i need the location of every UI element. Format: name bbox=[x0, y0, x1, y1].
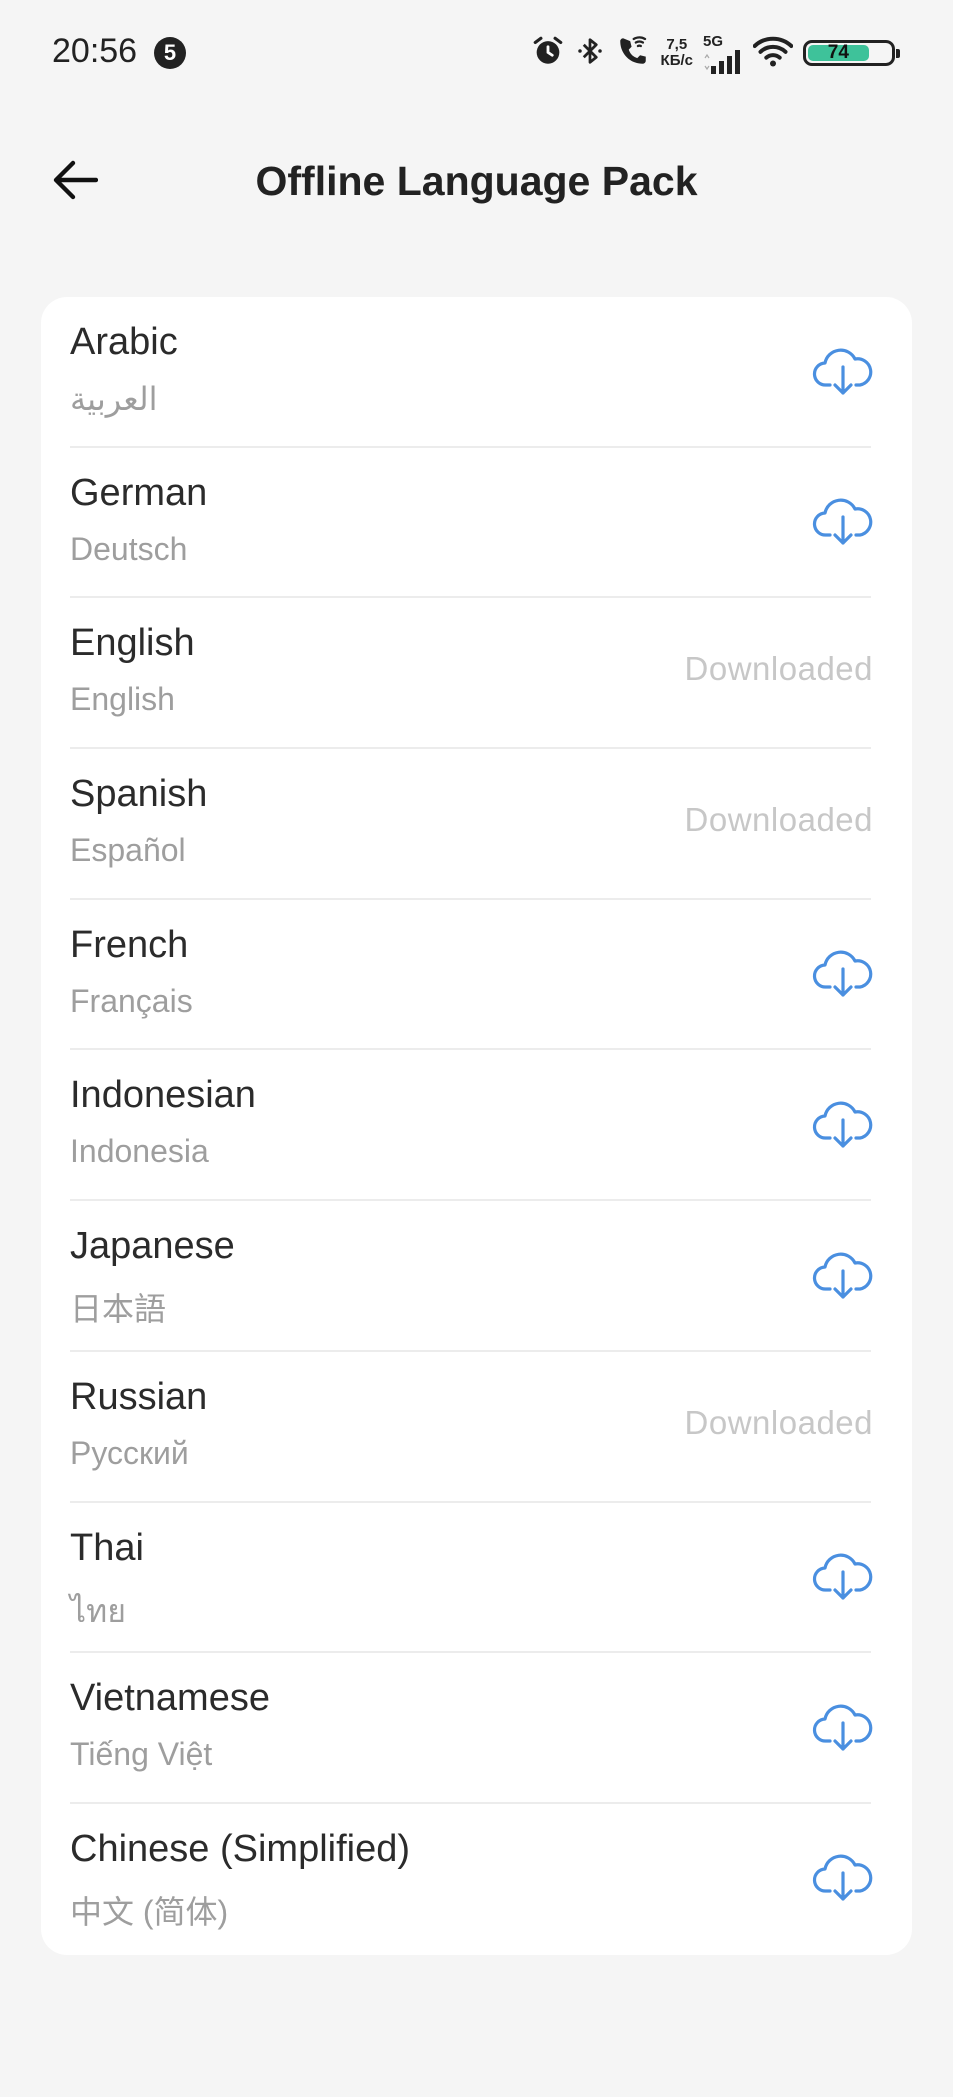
language-list: Arabic العربية German Deutsch English En… bbox=[41, 297, 912, 1955]
download-button[interactable] bbox=[810, 1245, 876, 1307]
net-speed-unit: КБ/с bbox=[660, 52, 693, 69]
cloud-download-icon bbox=[812, 945, 874, 1004]
language-native-name: 日本語 bbox=[70, 1291, 167, 1328]
cloud-download-icon bbox=[812, 1548, 874, 1607]
language-row-japanese[interactable]: Japanese 日本語 bbox=[41, 1201, 912, 1352]
download-button[interactable] bbox=[810, 1547, 876, 1609]
language-native-name: Indonesia bbox=[70, 1133, 209, 1170]
language-row-russian[interactable]: Russian Русский Downloaded bbox=[41, 1352, 912, 1503]
cloud-download-icon bbox=[812, 1247, 874, 1306]
language-name: Japanese bbox=[70, 1225, 235, 1268]
download-button[interactable] bbox=[810, 1094, 876, 1156]
downloaded-status: Downloaded bbox=[684, 650, 873, 688]
language-name: Spanish bbox=[70, 773, 208, 816]
signal-icon bbox=[704, 49, 740, 74]
net-speed: 7,5 КБ/с bbox=[661, 37, 693, 69]
notification-count-badge: 5 bbox=[154, 37, 186, 69]
language-name: English bbox=[70, 622, 195, 665]
language-name: German bbox=[70, 471, 208, 514]
language-name: Chinese (Simplified) bbox=[70, 1827, 411, 1870]
language-name: Indonesian bbox=[70, 1074, 256, 1117]
language-native-name: Français bbox=[70, 982, 193, 1019]
net-speed-value: 7,5 bbox=[666, 36, 688, 53]
language-native-name: 中文 (简体) bbox=[70, 1893, 229, 1930]
cloud-download-icon bbox=[812, 343, 874, 402]
cloud-download-icon bbox=[812, 493, 874, 552]
language-name: Thai bbox=[70, 1526, 144, 1569]
page-title: Offline Language Pack bbox=[255, 158, 698, 204]
network-type: 5G bbox=[703, 32, 724, 50]
language-row-english[interactable]: English English Downloaded bbox=[41, 598, 912, 750]
language-native-name: English bbox=[70, 681, 175, 718]
downloaded-status: Downloaded bbox=[684, 801, 873, 839]
language-row-chinese-simplified[interactable]: Chinese (Simplified) 中文 (简体) bbox=[41, 1804, 912, 1955]
language-native-name: Español bbox=[70, 832, 186, 869]
downloaded-status: Downloaded bbox=[684, 1403, 873, 1441]
download-button[interactable] bbox=[810, 944, 876, 1006]
cloud-download-icon bbox=[812, 1699, 874, 1758]
language-name: Arabic bbox=[70, 321, 178, 363]
wifi-calling-icon bbox=[615, 34, 651, 73]
language-row-arabic[interactable]: Arabic العربية bbox=[41, 297, 912, 448]
download-button[interactable] bbox=[810, 1697, 876, 1759]
alarm-icon bbox=[531, 34, 565, 73]
language-name: Vietnamese bbox=[70, 1677, 270, 1720]
app-bar: Offline Language Pack bbox=[0, 130, 953, 234]
status-time: 20:56 bbox=[52, 32, 138, 70]
language-native-name: العربية bbox=[70, 381, 158, 417]
battery-icon: 74 bbox=[803, 40, 900, 66]
language-native-name: Deutsch bbox=[70, 530, 188, 567]
language-row-german[interactable]: German Deutsch bbox=[41, 448, 912, 599]
language-row-vietnamese[interactable]: Vietnamese Tiếng Việt bbox=[41, 1653, 912, 1804]
language-native-name: Tiếng Việt bbox=[70, 1736, 213, 1773]
language-row-french[interactable]: French Français bbox=[41, 900, 912, 1051]
language-native-name: ไทย bbox=[70, 1592, 126, 1629]
language-row-spanish[interactable]: Spanish Español Downloaded bbox=[41, 749, 912, 900]
status-bar: 20:56 5 7,5 КБ/с 5G 74 bbox=[0, 0, 953, 105]
mobile-signal: 5G bbox=[703, 33, 743, 74]
wifi-icon bbox=[752, 34, 794, 73]
bluetooth-icon bbox=[575, 34, 605, 73]
language-name: French bbox=[70, 923, 189, 966]
language-row-thai[interactable]: Thai ไทย bbox=[41, 1503, 912, 1654]
download-button[interactable] bbox=[810, 1848, 876, 1910]
language-native-name: Русский bbox=[70, 1434, 189, 1471]
battery-level: 74 bbox=[808, 42, 869, 63]
language-name: Russian bbox=[70, 1375, 208, 1418]
language-row-indonesian[interactable]: Indonesian Indonesia bbox=[41, 1050, 912, 1202]
download-button[interactable] bbox=[810, 492, 876, 554]
status-icons: 7,5 КБ/с 5G 74 bbox=[531, 30, 900, 76]
cloud-download-icon bbox=[812, 1096, 874, 1155]
cloud-download-icon bbox=[812, 1849, 874, 1908]
download-button[interactable] bbox=[810, 341, 876, 403]
